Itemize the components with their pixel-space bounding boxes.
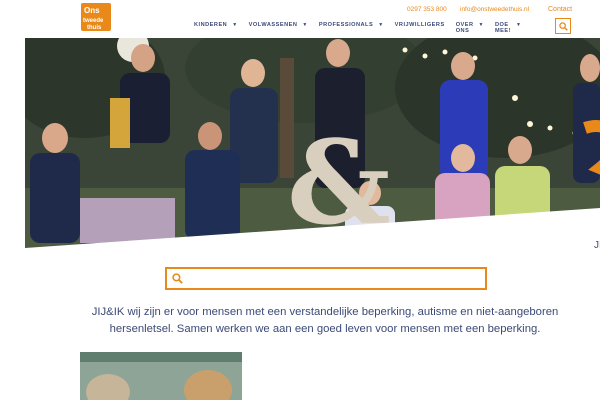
nav-label: OVER ONS: [456, 22, 474, 34]
search-input[interactable]: [187, 271, 477, 287]
nav-label: DOE MEE!: [495, 22, 511, 34]
site-search-field[interactable]: [165, 267, 487, 290]
chevron-down-icon: ▼: [478, 22, 484, 28]
chevron-down-icon: ▼: [232, 22, 238, 28]
nav-item-over-ons[interactable]: OVER ONS ▼: [456, 22, 484, 34]
nav-label: VRIJWILLIGERS: [394, 22, 445, 28]
search-icon: [172, 273, 183, 284]
main-nav: KINDEREN ▼ VOLWASSENEN ▼ PROFESSIONALS ▼…: [194, 22, 532, 36]
chevron-down-icon: ▼: [515, 22, 522, 28]
site-header: Ons tweede thuis 0297 353 800 info@onstw…: [0, 0, 600, 38]
nav-item-doe-mee[interactable]: DOE MEE! ▼: [495, 22, 521, 34]
svg-text:Ons: Ons: [84, 6, 100, 15]
nav-item-vrijwilligers[interactable]: VRIJWILLIGERS: [395, 22, 445, 28]
nav-label: KINDEREN: [194, 22, 228, 28]
content-image: [80, 352, 242, 400]
svg-text:thuis: thuis: [87, 25, 102, 31]
logo[interactable]: Ons tweede thuis: [80, 2, 112, 32]
search-icon: [558, 21, 568, 31]
hero-side-text: JI: [594, 240, 600, 251]
intro-text: JIJ&IK wij zijn er voor mensen met een v…: [91, 306, 559, 335]
hero-photo: &: [25, 38, 600, 248]
nav-label: PROFESSIONALS: [318, 22, 374, 28]
nav-item-volwassenen[interactable]: VOLWASSENEN ▼: [249, 22, 308, 28]
content-photo: [80, 352, 242, 400]
nav-item-kinderen[interactable]: KINDEREN ▼: [194, 22, 238, 28]
chevron-down-icon: ▼: [378, 22, 384, 28]
nav-label-line: MEE!: [495, 28, 511, 34]
nav-label-line: ONS: [455, 28, 470, 34]
nav-label: VOLWASSENEN: [248, 22, 298, 28]
svg-text:tweede: tweede: [83, 18, 104, 24]
contact-link[interactable]: Contact: [548, 6, 572, 13]
chevron-down-icon: ▼: [302, 22, 308, 28]
phone-number[interactable]: 0297 353 800: [407, 6, 447, 13]
search-button[interactable]: [555, 18, 571, 34]
hero-image: &: [25, 38, 600, 248]
nav-item-professionals[interactable]: PROFESSIONALS ▼: [319, 22, 384, 28]
email-link[interactable]: info@onstweedethuis.nl: [460, 6, 529, 13]
